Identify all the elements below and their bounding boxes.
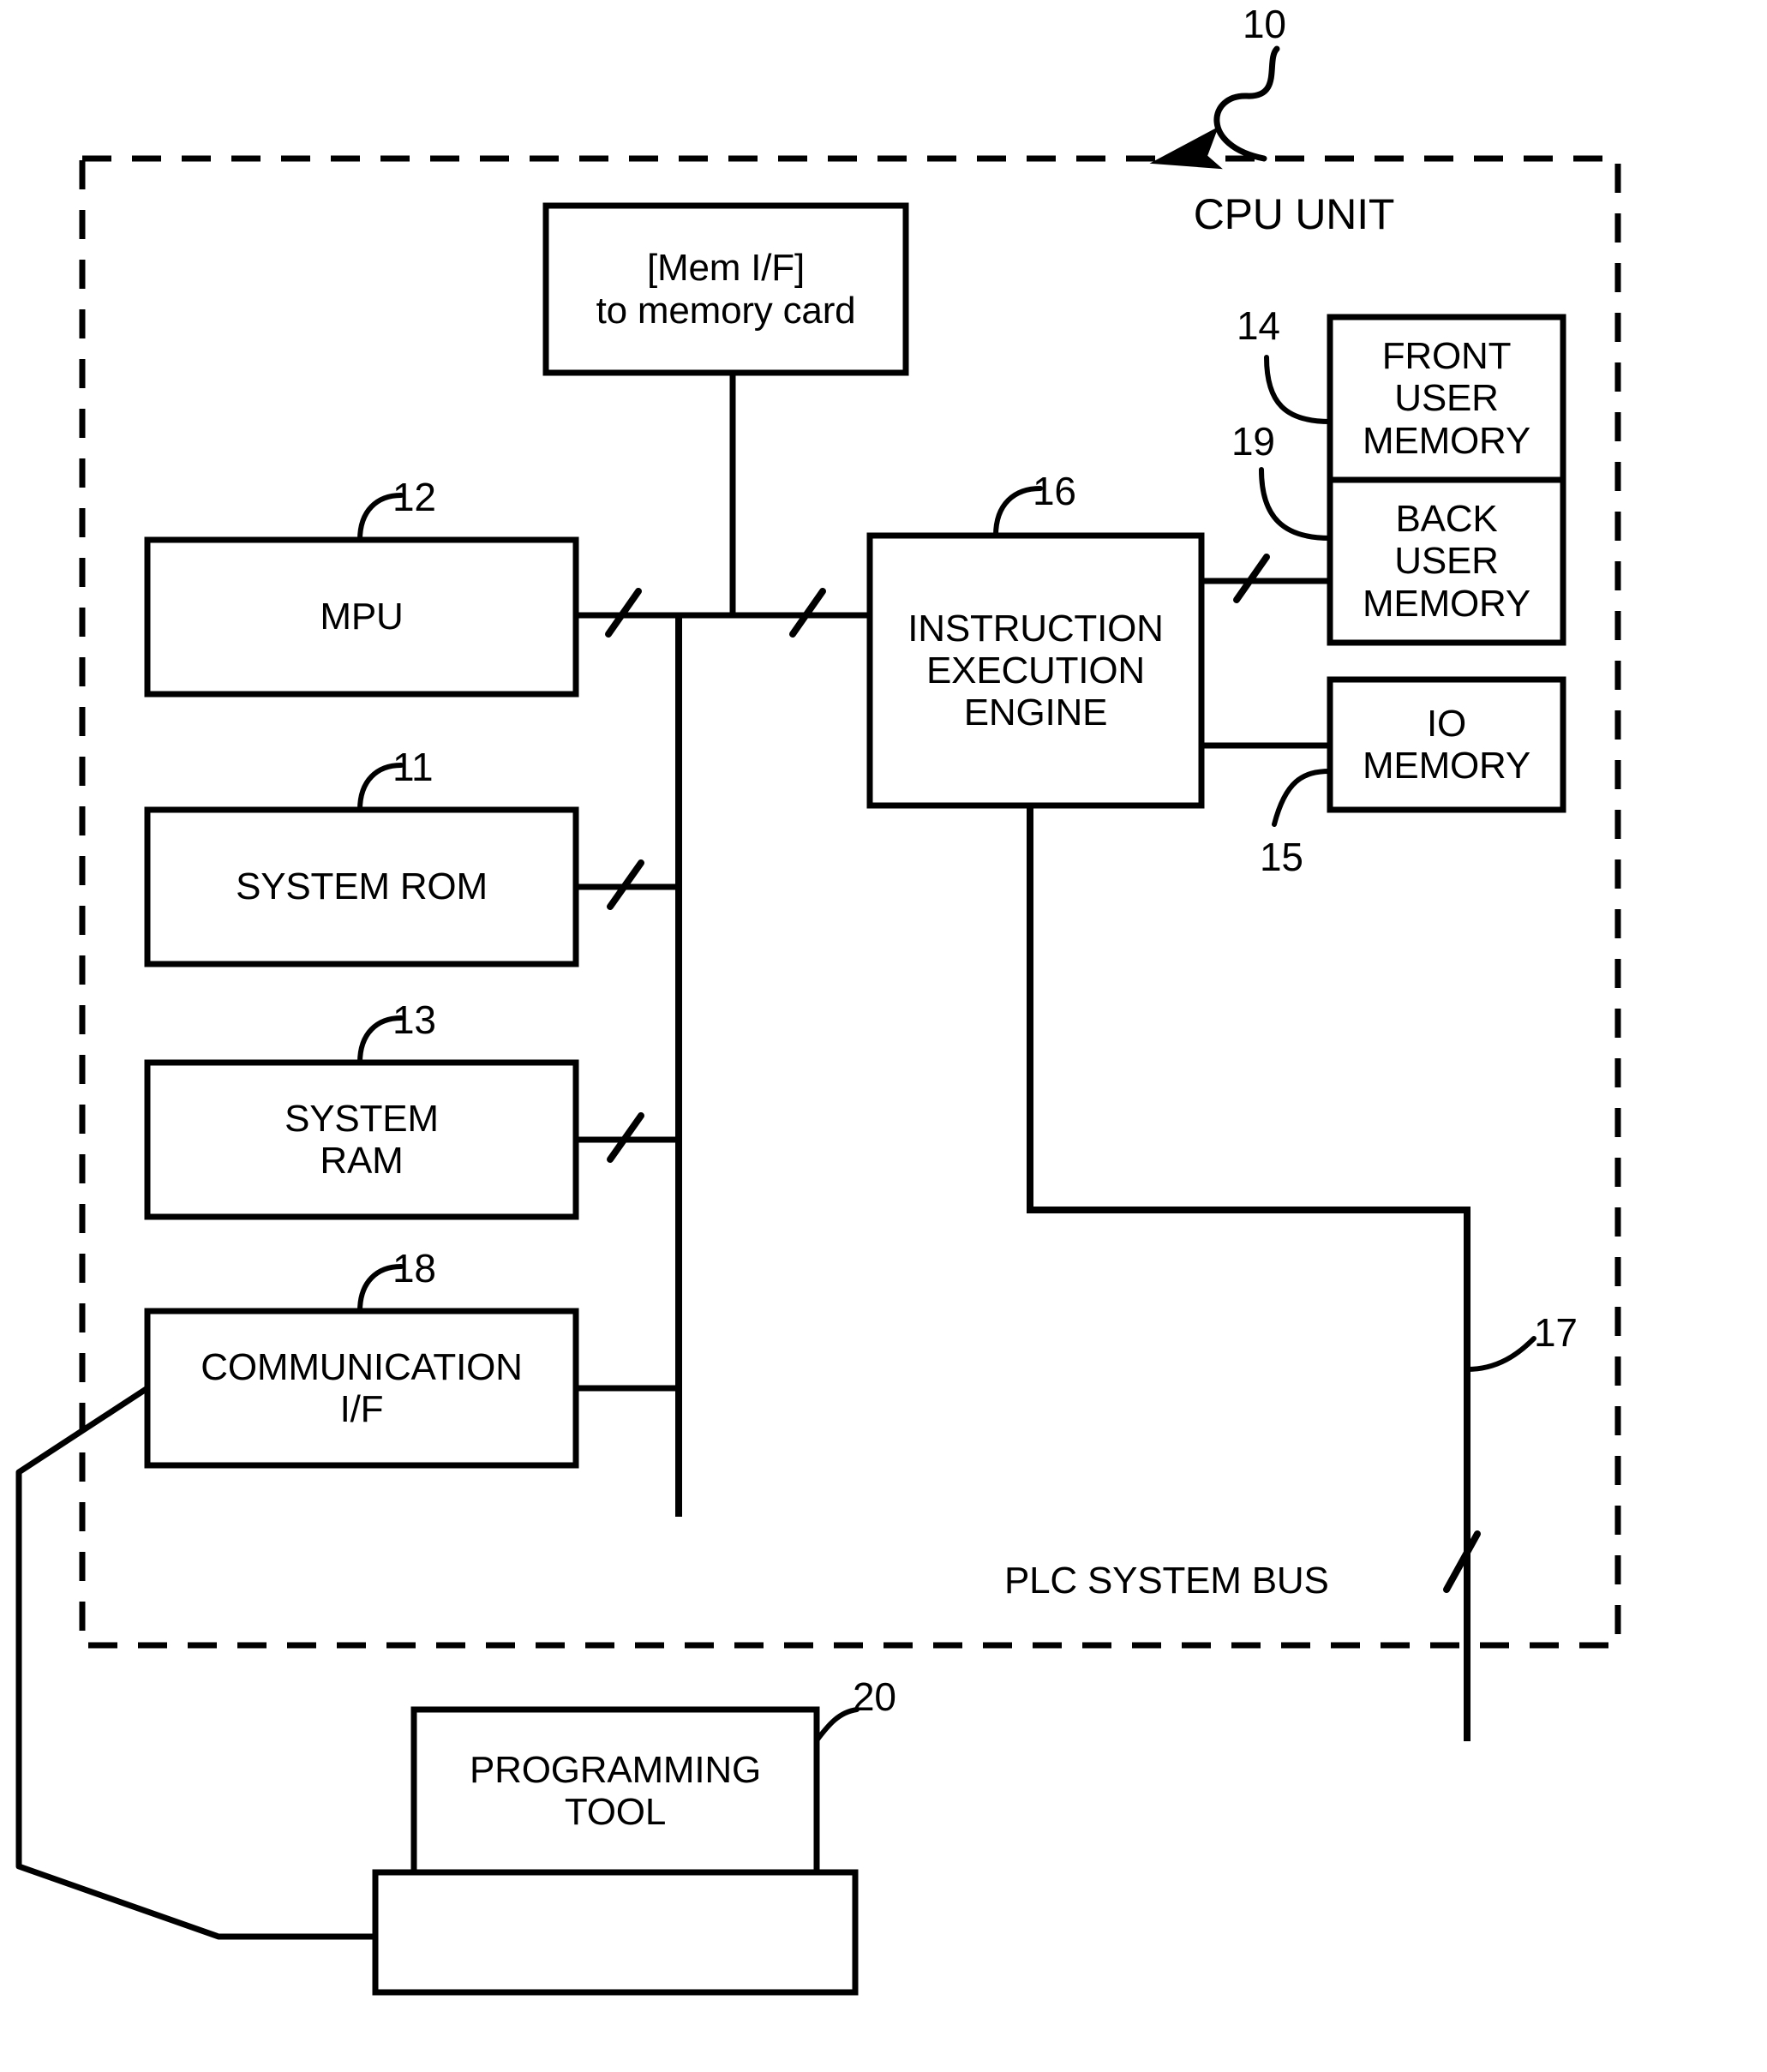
- box-label-system-rom: SYSTEM ROM: [236, 865, 488, 908]
- leader-ref-17: [1465, 1336, 1536, 1372]
- box-label-back-user-memory: BACK USER MEMORY: [1362, 498, 1530, 625]
- box-label-communication-if: COMMUNICATION I/F: [201, 1345, 523, 1430]
- leader-ref-15: [1272, 769, 1333, 827]
- ref-numeral-18: 18: [392, 1246, 436, 1291]
- arrowhead-ref-10: [1149, 126, 1223, 170]
- ref-numeral-14: 14: [1237, 303, 1280, 348]
- leader-ref-10: [1213, 45, 1280, 162]
- box-label-programming-tool: PROGRAMMING TOOL: [469, 1748, 762, 1833]
- box-label-mpu: MPU: [320, 596, 404, 638]
- ref-numeral-17: 17: [1534, 1310, 1578, 1355]
- box-label-io-memory: IO MEMORY: [1362, 702, 1530, 787]
- ref-numeral-20: 20: [853, 1674, 896, 1719]
- plc-system-bus-label: PLC SYSTEM BUS: [1004, 1560, 1329, 1602]
- leader-ref-19: [1259, 467, 1333, 541]
- bus-width-slash-plc-bus: [1443, 1530, 1481, 1593]
- ref-numeral-12: 12: [392, 475, 436, 519]
- ref-numeral-11: 11: [392, 745, 434, 789]
- ref-numeral-10: 10: [1243, 2, 1286, 46]
- programming-tool-cable: [15, 1386, 375, 1940]
- patent-figure: CPU UNIT [Mem I/F] to memory card MPU SY…: [0, 0, 1767, 2072]
- box-label-instruction-execution-engine: INSTRUCTION EXECUTION ENGINE: [907, 607, 1164, 734]
- box-label-front-user-memory: FRONT USER MEMORY: [1362, 335, 1530, 462]
- ref-numeral-13: 13: [392, 997, 436, 1042]
- ref-numeral-16: 16: [1033, 469, 1076, 513]
- box-label-mem-if: [Mem I/F] to memory card: [596, 247, 856, 332]
- leader-ref-14: [1264, 355, 1333, 424]
- page-title: CPU UNIT: [1193, 190, 1395, 238]
- ref-numeral-15: 15: [1260, 835, 1303, 879]
- box-programming-tool-base: [372, 1869, 859, 1996]
- box-label-system-ram: SYSTEM RAM: [285, 1097, 439, 1182]
- ref-numeral-19: 19: [1231, 419, 1275, 464]
